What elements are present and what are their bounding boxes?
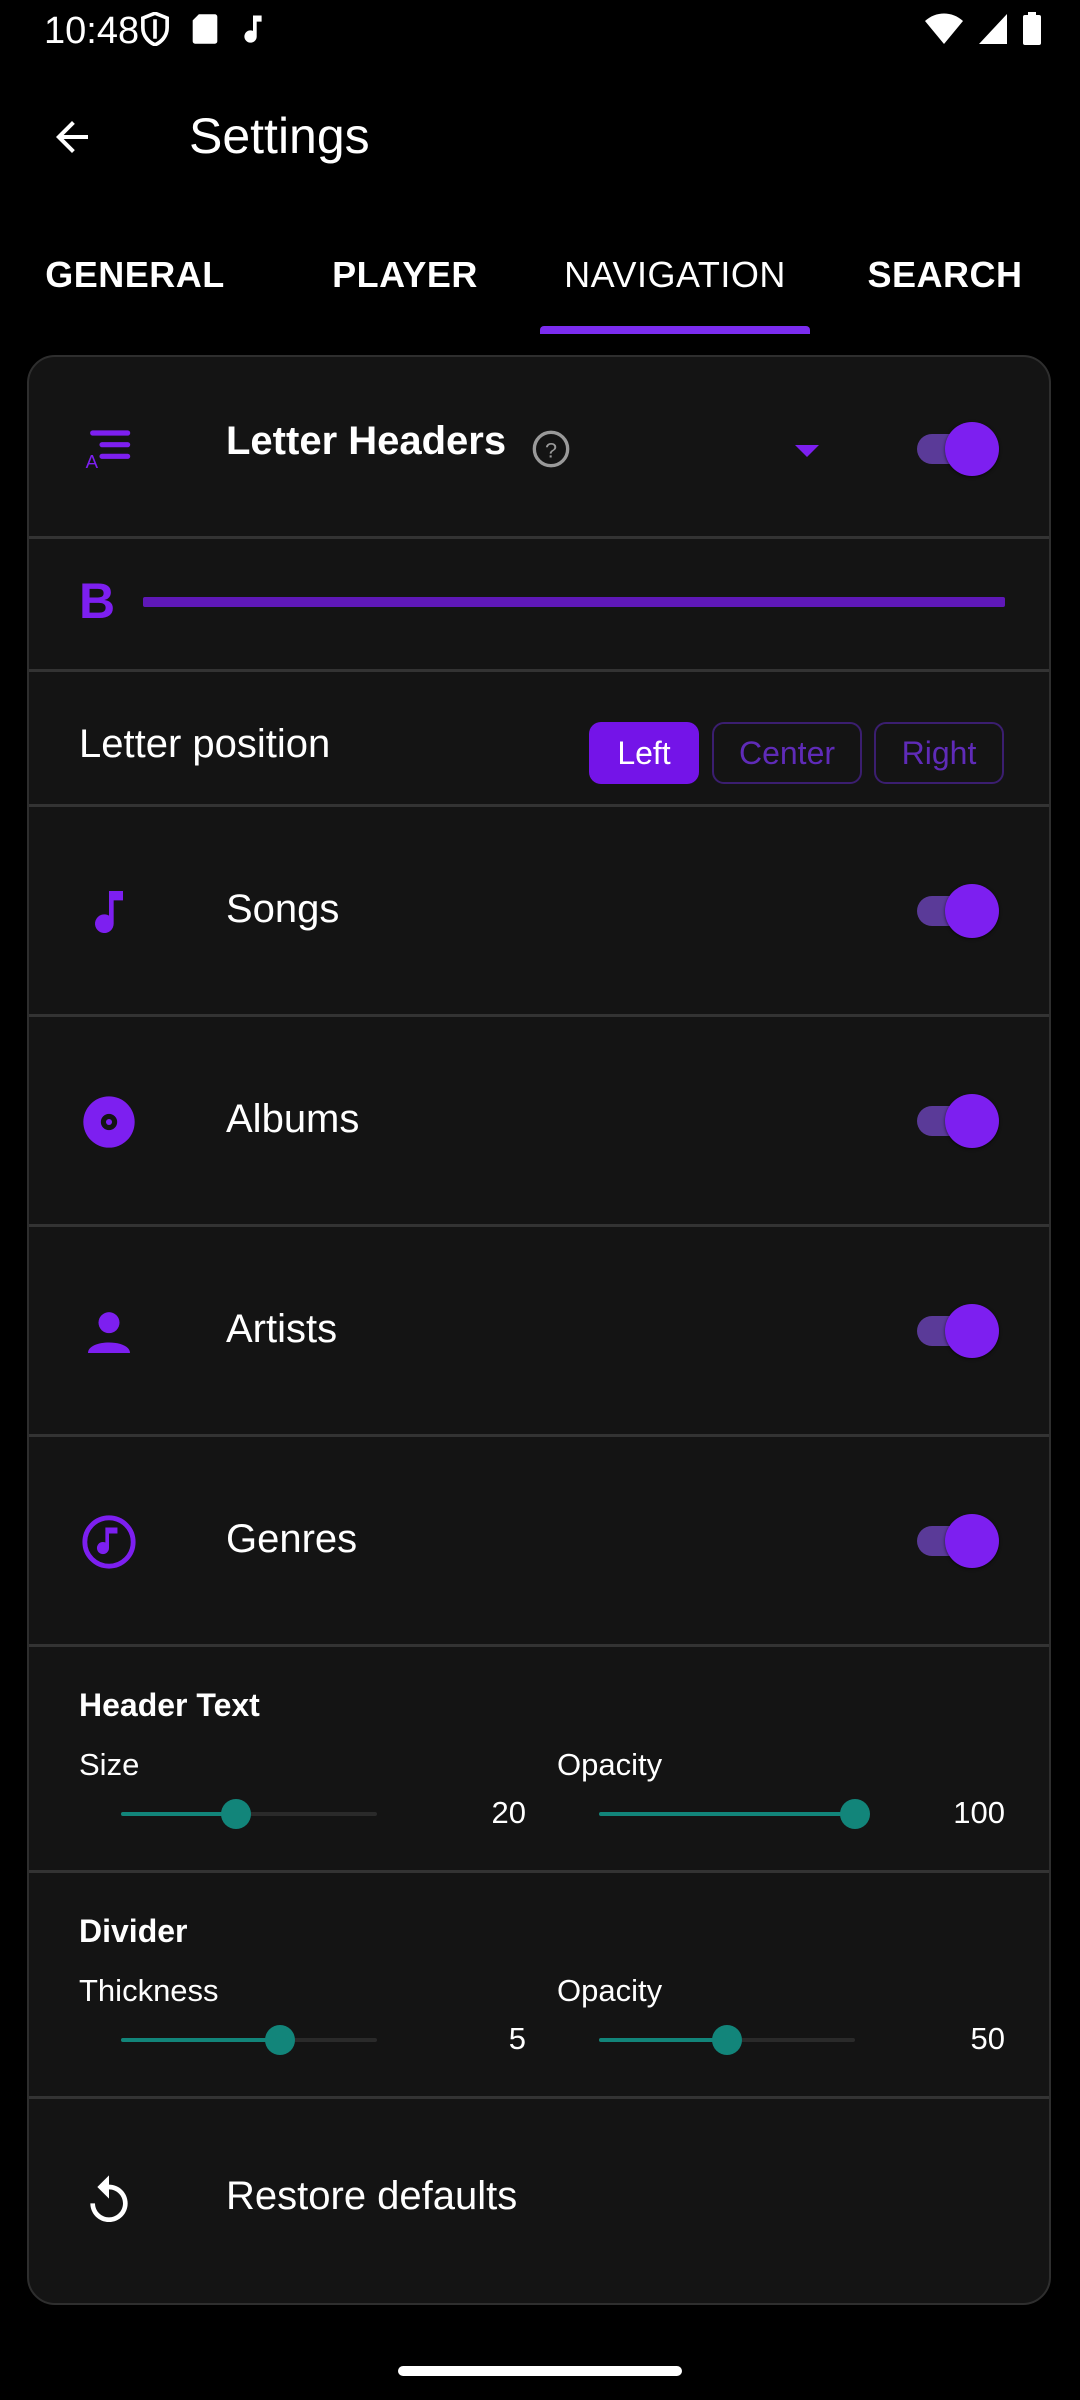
switch-thumb — [945, 422, 999, 476]
slider-fill — [121, 1812, 237, 1816]
status-time: 10:48 — [44, 10, 140, 52]
letter-position-center[interactable]: Center — [712, 722, 862, 784]
albums-toggle[interactable] — [909, 1094, 999, 1148]
restore-defaults-row[interactable]: Restore defaults — [29, 2099, 1049, 2303]
divider-section: Divider Thickness 5 Opacity 50 — [29, 1873, 1049, 2099]
music-note-status-icon — [244, 15, 262, 43]
divider-opacity-slider[interactable] — [599, 2025, 855, 2055]
tab-label: NAVIGATION — [564, 254, 786, 295]
songs-toggle[interactable] — [909, 884, 999, 938]
nav-item-artists[interactable]: Artists — [29, 1227, 1049, 1437]
slider-label: Opacity — [557, 1973, 663, 2008]
letter-header-preview-row: B — [29, 539, 1049, 672]
section-title: Divider — [79, 1913, 188, 1949]
letter-headers-row: A Letter Headers ? — [29, 357, 1049, 539]
sd-card-icon — [192, 14, 218, 44]
letter-headers-toggle[interactable] — [909, 422, 999, 476]
page-title: Settings — [189, 108, 370, 164]
letter-position-left[interactable]: Left — [589, 722, 699, 784]
divider-thickness-slider[interactable] — [121, 2025, 377, 2055]
album-disc-icon — [77, 1090, 141, 1154]
tab-indicator — [540, 326, 810, 334]
nav-item-albums[interactable]: Albums — [29, 1017, 1049, 1227]
header-text-section: Header Text Size 20 Opacity 100 — [29, 1647, 1049, 1873]
slider-label: Thickness — [79, 1973, 219, 2008]
section-title: Header Text — [79, 1687, 260, 1723]
letter-position-row: Letter position Left Center Right — [29, 672, 1049, 807]
slider-value: 50 — [970, 2021, 1005, 2056]
letter-position-label: Letter position — [79, 722, 331, 766]
slider-label: Size — [79, 1747, 140, 1782]
slider-thumb[interactable] — [221, 1799, 252, 1829]
status-icons-left — [140, 12, 266, 46]
tab-search[interactable]: SEARCH — [810, 240, 1080, 336]
tab-general[interactable]: GENERAL — [0, 240, 270, 336]
slider-thumb[interactable] — [712, 2025, 742, 2055]
slider-thumb[interactable] — [264, 2025, 295, 2055]
tab-label: GENERAL — [45, 254, 225, 295]
letter-headers-dropdown[interactable] — [777, 425, 837, 475]
help-icon: ? — [532, 430, 570, 468]
slider-value: 5 — [508, 2021, 526, 2056]
restore-icon — [77, 2169, 141, 2233]
shield-icon — [141, 12, 169, 46]
wifi-icon — [925, 13, 963, 44]
dropdown-arrow-icon — [795, 445, 819, 457]
nav-item-label: Songs — [226, 887, 340, 931]
slider-value: 100 — [953, 1795, 1005, 1830]
person-icon — [77, 1300, 141, 1364]
slider-fill — [599, 2038, 727, 2042]
nav-item-genres[interactable]: Genres — [29, 1437, 1049, 1647]
status-icons-right — [924, 12, 1042, 46]
slider-fill — [121, 2038, 280, 2042]
tab-label: PLAYER — [332, 254, 478, 295]
restore-defaults-label: Restore defaults — [226, 2174, 518, 2218]
tab-player[interactable]: PLAYER — [270, 240, 540, 336]
svg-text:?: ? — [545, 437, 557, 462]
back-button[interactable] — [40, 105, 104, 169]
header-size-slider[interactable] — [121, 1799, 377, 1829]
switch-thumb — [945, 1514, 999, 1568]
svg-text:A: A — [86, 451, 99, 472]
slider-thumb[interactable] — [840, 1799, 870, 1829]
nav-item-label: Genres — [226, 1517, 358, 1561]
preview-divider — [143, 597, 1005, 607]
switch-thumb — [945, 884, 999, 938]
preview-letter: B — [79, 573, 116, 629]
letter-position-right[interactable]: Right — [874, 722, 1004, 784]
home-indicator[interactable] — [398, 2366, 682, 2376]
nav-item-label: Albums — [226, 1097, 360, 1141]
tab-navigation[interactable]: NAVIGATION — [540, 240, 810, 336]
genres-toggle[interactable] — [909, 1514, 999, 1568]
sort-lines-icon: A — [77, 415, 141, 479]
artists-toggle[interactable] — [909, 1304, 999, 1358]
slider-fill — [599, 1812, 855, 1816]
slider-value: 20 — [491, 1795, 526, 1830]
letter-headers-label: Letter Headers — [226, 419, 507, 463]
tab-bar: GENERAL PLAYER NAVIGATION SEARCH — [0, 240, 1080, 336]
cell-signal-icon — [979, 14, 1007, 44]
nav-item-songs[interactable]: Songs — [29, 807, 1049, 1017]
arrow-back-icon — [56, 121, 88, 153]
switch-thumb — [945, 1094, 999, 1148]
nav-item-label: Artists — [226, 1307, 338, 1351]
switch-thumb — [945, 1304, 999, 1358]
header-opacity-slider[interactable] — [599, 1799, 870, 1829]
genre-music-circle-icon — [77, 1510, 141, 1574]
navigation-settings-card: A Letter Headers ? B Letter position Lef… — [27, 355, 1051, 2305]
music-note-icon — [77, 880, 141, 944]
tab-label: SEARCH — [867, 254, 1023, 295]
slider-label: Opacity — [557, 1747, 663, 1782]
help-button[interactable]: ? — [531, 429, 571, 469]
battery-icon — [1023, 12, 1041, 45]
